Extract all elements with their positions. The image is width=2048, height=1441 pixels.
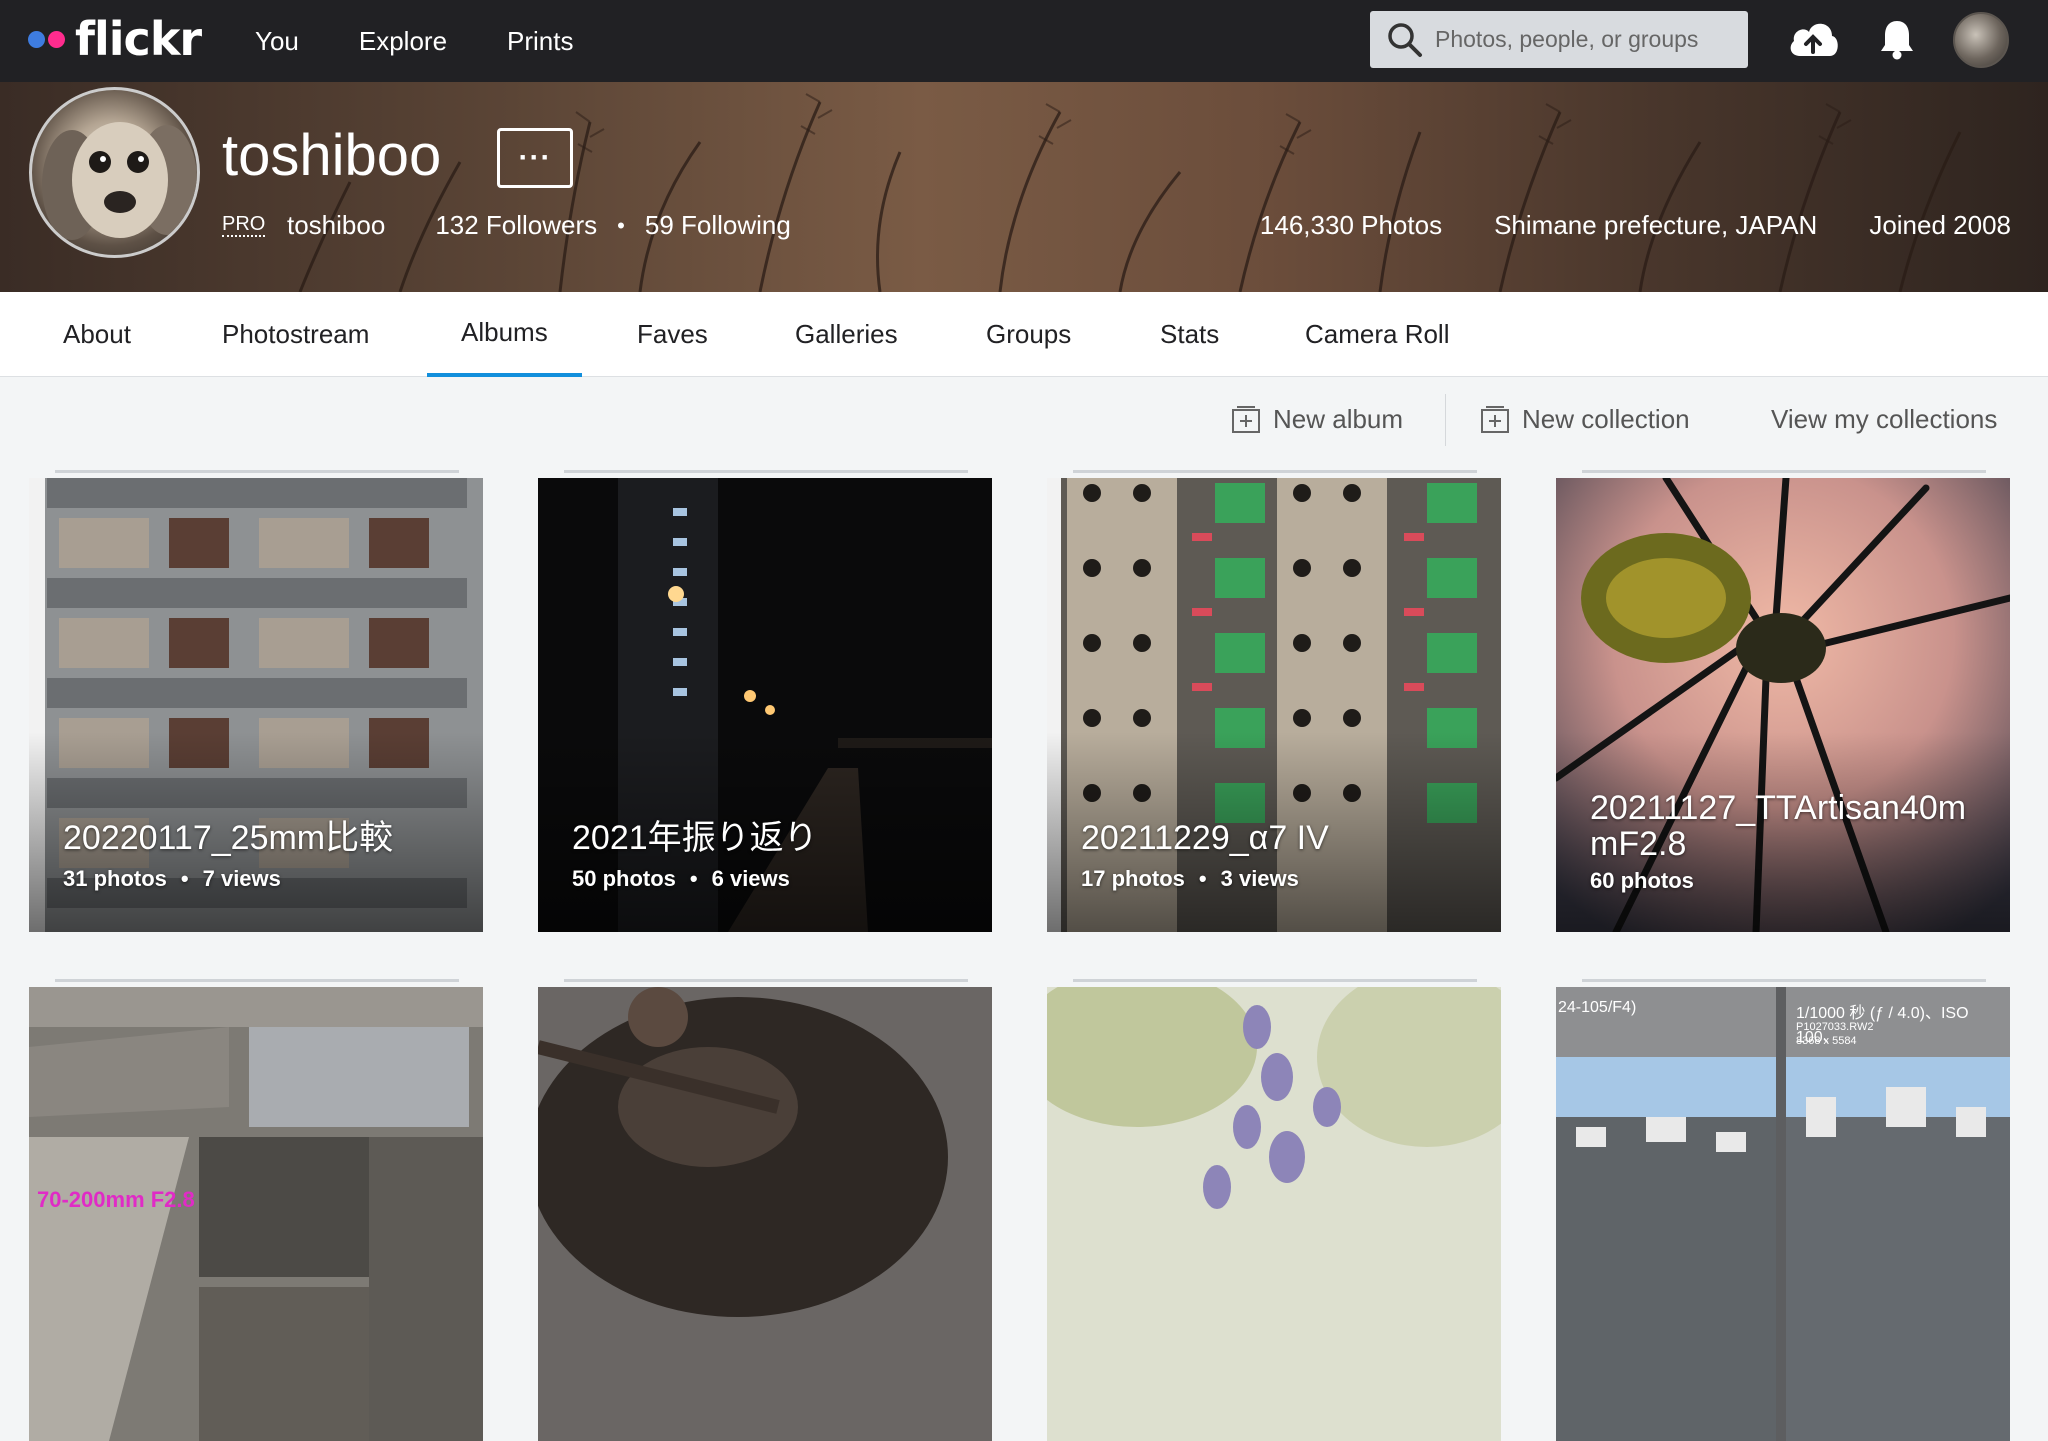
album-card[interactable]	[538, 987, 992, 1441]
album-overlay-file: P1027033.RW2	[1796, 1021, 1874, 1033]
tab-groups[interactable]: Groups	[986, 292, 1071, 377]
new-collection-button[interactable]: New collection	[1480, 395, 1690, 443]
logo-pink-dot	[48, 30, 65, 48]
album-meta: 17 photos • 3 views	[1081, 866, 1299, 892]
top-navigation-bar: flickr You Explore Prints	[0, 0, 2048, 82]
following-link[interactable]: 59 Following	[645, 210, 791, 241]
album-card[interactable]: 24-105/F4) 1/1000 秒 (ƒ / 4.0)、ISO 100、 P…	[1556, 987, 2010, 1441]
album-photo-count: 17 photos	[1081, 866, 1185, 891]
album-cover-image	[29, 987, 483, 1441]
user-avatar[interactable]	[1953, 12, 2009, 68]
toolbar-divider	[1445, 394, 1446, 446]
album-overlay-text: 70-200mm F2.8	[37, 1187, 195, 1212]
album-title: 20220117_25mm比較	[63, 819, 394, 857]
separator-dot: •	[180, 866, 189, 891]
notifications-bell-icon[interactable]	[1878, 18, 1916, 60]
tab-stats[interactable]: Stats	[1160, 292, 1219, 377]
new-album-button[interactable]: New album	[1231, 395, 1403, 443]
new-collection-label: New collection	[1522, 403, 1690, 434]
main-nav-links: You Explore Prints	[255, 0, 634, 82]
photo-count: 146,330 Photos	[1259, 210, 1443, 240]
album-view-count: 7 views	[202, 866, 281, 891]
profile-tabs: About Photostream Albums Faves Galleries…	[0, 292, 2048, 377]
album-photo-count: 60 photos	[1590, 868, 1694, 893]
new-album-icon	[1232, 406, 1260, 433]
album-stack-edge	[1582, 470, 1986, 473]
separator-dot: •	[1198, 866, 1207, 891]
album-stack-edge	[564, 979, 968, 982]
album-stack-edge	[55, 979, 459, 982]
profile-info-stats: 146,330 Photos Shimane prefecture, JAPAN…	[1208, 210, 2011, 241]
followers-link[interactable]: 132 Followers	[435, 210, 597, 241]
album-meta: 31 photos • 7 views	[63, 866, 281, 892]
album-card[interactable]: 20220117_25mm比較 31 photos • 7 views	[29, 478, 483, 932]
album-title: 20211229_α7 IV	[1081, 819, 1329, 857]
album-view-count: 6 views	[711, 866, 790, 891]
album-cover-image	[1047, 987, 1501, 1441]
album-stack-edge	[55, 470, 459, 473]
album-stack-edge	[1073, 470, 1477, 473]
logo-blue-dot	[28, 30, 45, 48]
nav-link-you[interactable]: You	[255, 26, 299, 57]
pro-badge[interactable]: PRO	[222, 213, 266, 237]
profile-location: Shimane prefecture, JAPAN	[1494, 210, 1818, 240]
album-title: 20211127_TTArtisan40m mF2.8	[1590, 790, 1966, 862]
album-overlay-size: 8368 x 5584	[1796, 1035, 1857, 1047]
nav-link-prints[interactable]: Prints	[507, 26, 573, 57]
search-icon	[1388, 22, 1422, 57]
new-collection-icon	[1481, 406, 1509, 433]
tab-about[interactable]: About	[63, 292, 131, 377]
dog-portrait-image	[42, 122, 197, 240]
separator-dot: •	[617, 212, 625, 238]
album-overlay-text-left: 24-105/F4)	[1558, 999, 1637, 1016]
album-meta: 50 photos • 6 views	[572, 866, 790, 892]
album-view-count: 3 views	[1220, 866, 1299, 891]
view-collections-link[interactable]: View my collections	[1771, 395, 1997, 443]
album-cover-image	[538, 987, 992, 1441]
tab-camera-roll[interactable]: Camera Roll	[1305, 292, 1450, 377]
album-photo-count: 50 photos	[572, 866, 676, 891]
upload-cloud-icon[interactable]	[1786, 16, 1840, 60]
album-stack-edge	[1582, 979, 1986, 982]
logo-wordmark: flickr	[75, 12, 202, 66]
album-card[interactable]: 20211229_α7 IV 17 photos • 3 views	[1047, 478, 1501, 932]
tab-albums[interactable]: Albums	[427, 292, 582, 377]
album-card[interactable]	[1047, 987, 1501, 1441]
album-card[interactable]: 2021年振り返り 50 photos • 6 views	[538, 478, 992, 932]
album-card[interactable]: 20211127_TTArtisan40m mF2.8 60 photos	[1556, 478, 2010, 932]
new-album-label: New album	[1273, 403, 1404, 434]
nav-link-explore[interactable]: Explore	[359, 26, 447, 57]
joined-date: Joined 2008	[1869, 210, 2011, 240]
album-photo-count: 31 photos	[63, 866, 167, 891]
album-stack-edge	[1073, 979, 1477, 982]
album-meta: 60 photos	[1590, 868, 1694, 894]
separator-dot: •	[689, 866, 698, 891]
profile-display-name: toshiboo	[287, 210, 386, 240]
more-options-button[interactable]: ···	[497, 128, 573, 188]
tab-faves[interactable]: Faves	[637, 292, 708, 377]
album-card[interactable]: 70-200mm F2.8	[29, 987, 483, 1441]
tab-photostream[interactable]: Photostream	[222, 292, 369, 377]
album-title-line-2: mF2.8	[1590, 825, 1687, 863]
view-collections-label: View my collections	[1771, 403, 1998, 434]
tab-galleries[interactable]: Galleries	[795, 292, 898, 377]
profile-avatar[interactable]	[29, 87, 200, 258]
search-input[interactable]	[1435, 26, 1735, 53]
profile-username: toshiboo	[222, 123, 442, 188]
search-box[interactable]	[1370, 11, 1748, 68]
flickr-logo[interactable]: flickr	[28, 12, 202, 66]
album-stack-edge	[564, 470, 968, 473]
album-title-line-1: 20211127_TTArtisan40m	[1590, 789, 1967, 827]
album-title: 2021年振り返り	[572, 819, 818, 857]
album-cover-image	[1556, 987, 2010, 1441]
profile-social-stats: toshiboo 132 Followers • 59 Following	[287, 210, 841, 241]
